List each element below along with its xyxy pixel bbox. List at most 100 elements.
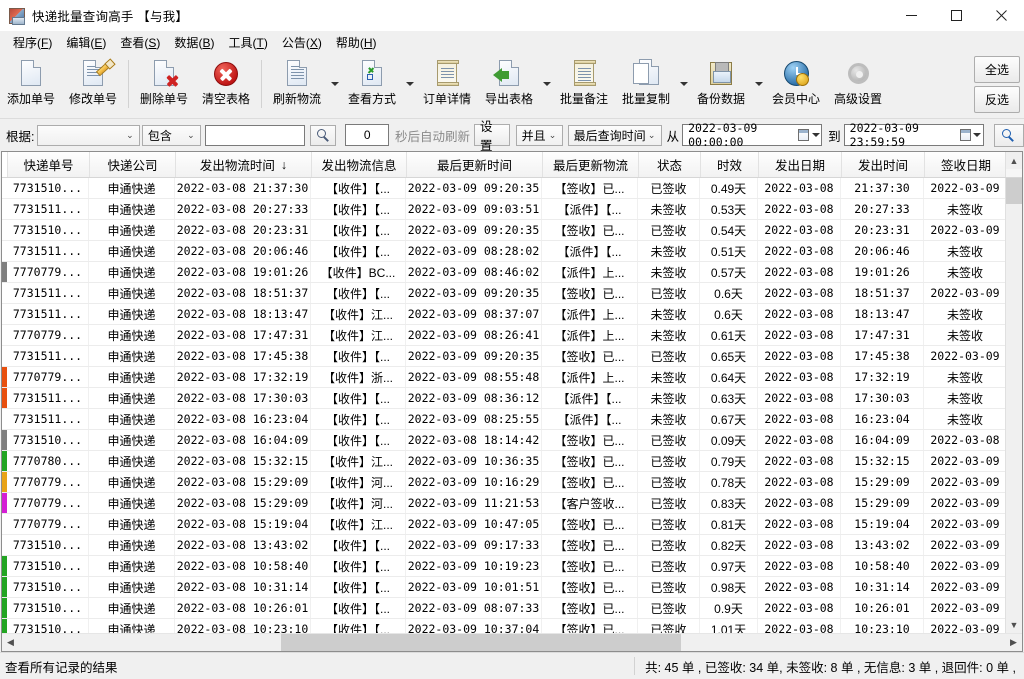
cell-last_update_time: 2022-03-09 10:01:51 xyxy=(406,577,542,597)
edit-tracking-button[interactable]: 修改单号 xyxy=(62,56,124,114)
table-row[interactable]: 7731510... 申通快递 2022-03-08 20:23:31 【收件】【..… xyxy=(2,220,1022,241)
menu-item-tools[interactable]: 工具(T) xyxy=(221,33,274,53)
table-row[interactable]: 7770780... 申通快递 2022-03-08 15:32:15 【收件】江..… xyxy=(2,451,1022,472)
cell-tracking_no: 7770779... xyxy=(7,514,89,534)
table-row[interactable]: 7731510... 申通快递 2022-03-08 13:43:02 【收件】【..… xyxy=(2,535,1022,556)
table-row[interactable]: 7770779... 申通快递 2022-03-08 19:01:26 【收件】BC.… xyxy=(2,262,1022,283)
horizontal-scroll-thumb[interactable] xyxy=(281,634,681,651)
advanced-settings-button[interactable]: 高级设置 xyxy=(827,56,889,114)
table-row[interactable]: 7770779... 申通快递 2022-03-08 17:47:31 【收件】江..… xyxy=(2,325,1022,346)
refresh-logistics-button[interactable]: 刷新物流 xyxy=(266,56,328,114)
table-row[interactable]: 7731510... 申通快递 2022-03-08 10:58:40 【收件】【..… xyxy=(2,556,1022,577)
column-header-tracking_no[interactable]: 快递单号 xyxy=(8,152,90,177)
vertical-scroll-up-header[interactable]: ▲ xyxy=(1005,152,1022,177)
time-field-select[interactable]: 最后查询时间 ⌄ xyxy=(567,124,662,146)
filter-field-select[interactable]: ⌄ xyxy=(37,124,140,146)
minimize-button[interactable] xyxy=(889,0,934,31)
view-mode-button[interactable]: 查看方式 xyxy=(341,56,403,114)
table-row[interactable]: 7731511... 申通快递 2022-03-08 20:06:46 【收件】【..… xyxy=(2,241,1022,262)
vertical-scrollbar[interactable]: ▼ xyxy=(1005,178,1022,633)
settings-button[interactable]: 设置 xyxy=(473,120,510,153)
horizontal-scrollbar[interactable]: ◀ ▶ xyxy=(2,633,1022,651)
backup-data-dropdown[interactable] xyxy=(752,56,765,112)
refresh-logistics-dropdown[interactable] xyxy=(328,56,341,112)
backup-data-button[interactable]: 备份数据 xyxy=(690,56,752,114)
table-row[interactable]: 7770779... 申通快递 2022-03-08 15:29:09 【收件】河..… xyxy=(2,472,1022,493)
column-header-status[interactable]: 状态 xyxy=(639,152,701,177)
batch-remark-button[interactable]: 批量备注 xyxy=(553,56,615,114)
table-row[interactable]: 7731510... 申通快递 2022-03-08 10:26:01 【收件】【..… xyxy=(2,598,1022,619)
close-button[interactable] xyxy=(979,0,1024,31)
view-mode-dropdown[interactable] xyxy=(403,56,416,112)
table-row[interactable]: 7770779... 申通快递 2022-03-08 15:29:09 【收件】河..… xyxy=(2,493,1022,514)
clear-table-button[interactable]: 清空表格 xyxy=(195,56,257,114)
table-row[interactable]: 7731511... 申通快递 2022-03-08 18:13:47 【收件】江..… xyxy=(2,304,1022,325)
scroll-left-icon[interactable]: ◀ xyxy=(2,634,19,651)
table-row[interactable]: 7770779... 申通快递 2022-03-08 15:19:04 【收件】江..… xyxy=(2,514,1022,535)
to-datetime-dropdown[interactable] xyxy=(972,125,983,145)
table-row[interactable]: 7770779... 申通快递 2022-03-08 17:32:19 【收件】浙..… xyxy=(2,367,1022,388)
menu-accel: S xyxy=(148,36,157,50)
from-datetime-dropdown[interactable] xyxy=(810,125,821,145)
menu-item-data[interactable]: 数据(B) xyxy=(167,33,221,53)
select-all-button[interactable]: 全选 xyxy=(974,56,1020,83)
vertical-scroll-track[interactable] xyxy=(1006,178,1022,616)
table-row[interactable]: 7731510... 申通快递 2022-03-08 16:04:09 【收件】【..… xyxy=(2,430,1022,451)
cell-tracking_no: 7731511... xyxy=(7,304,89,324)
export-table-dropdown[interactable] xyxy=(540,56,553,112)
keyword-input[interactable] xyxy=(204,124,305,146)
from-datetime-input[interactable]: 2022-03-09 00:00:00 xyxy=(682,121,823,149)
table-row[interactable]: 7731511... 申通快递 2022-03-08 20:27:33 【收件】【..… xyxy=(2,199,1022,220)
scroll-down-icon[interactable]: ▼ xyxy=(1006,616,1022,633)
table-row[interactable]: 7731510... 申通快递 2022-03-08 10:23:10 【收件】【..… xyxy=(2,619,1022,633)
export-table-button[interactable]: 导出表格 xyxy=(478,56,540,114)
invert-selection-button[interactable]: 反选 xyxy=(974,86,1020,113)
table-row[interactable]: 7731511... 申通快递 2022-03-08 17:45:38 【收件】【..… xyxy=(2,346,1022,367)
table-row[interactable]: 7731510... 申通快递 2022-03-08 21:37:30 【收件】【..… xyxy=(2,178,1022,199)
cell-last_update_time: 2022-03-09 10:19:23 xyxy=(406,556,542,576)
member-center-button[interactable]: 会员中心 xyxy=(765,56,827,114)
column-header-sign_date[interactable]: 签收日期 xyxy=(925,152,1008,177)
cell-duration: 1.01天 xyxy=(700,619,758,633)
column-header-ship_date[interactable]: 发出日期 xyxy=(759,152,842,177)
keyword-search-button[interactable] xyxy=(309,124,337,146)
scroll-right-icon[interactable]: ▶ xyxy=(1005,634,1022,651)
cell-company: 申通快递 xyxy=(89,514,175,534)
table-row[interactable]: 7731510... 申通快递 2022-03-08 10:31:14 【收件】【..… xyxy=(2,577,1022,598)
menu-item-program[interactable]: 程序(F) xyxy=(6,33,59,53)
match-mode-select[interactable]: 包含 ⌄ xyxy=(141,124,201,146)
scroll-up-icon[interactable]: ▲ xyxy=(1006,152,1022,169)
menu-item-view[interactable]: 查看(S) xyxy=(113,33,167,53)
order-detail-button[interactable]: 订单详情 xyxy=(416,56,478,114)
add-tracking-button[interactable]: 添加单号 xyxy=(0,56,62,114)
chevron-down-icon: ⌄ xyxy=(126,129,134,140)
column-header-ship_clock[interactable]: 发出时间 xyxy=(842,152,925,177)
menu-item-help[interactable]: 帮助(H) xyxy=(329,33,384,53)
column-header-duration[interactable]: 时效 xyxy=(701,152,759,177)
column-header-ship_info[interactable]: 发出物流信息 xyxy=(312,152,407,177)
cell-ship_info: 【收件】【... xyxy=(311,535,406,555)
batch-copy-dropdown[interactable] xyxy=(677,56,690,112)
cell-ship_clock: 10:31:14 xyxy=(841,577,924,597)
maximize-button[interactable] xyxy=(934,0,979,31)
cell-last_update_time: 2022-03-09 09:20:35 xyxy=(406,346,542,366)
menu-accel: F xyxy=(41,36,49,50)
horizontal-scroll-track[interactable] xyxy=(19,634,1005,651)
table-row[interactable]: 7731511... 申通快递 2022-03-08 16:23:04 【收件】【..… xyxy=(2,409,1022,430)
table-row[interactable]: 7731511... 申通快递 2022-03-08 17:30:03 【收件】【..… xyxy=(2,388,1022,409)
to-datetime-input[interactable]: 2022-03-09 23:59:59 xyxy=(843,121,984,149)
batch-copy-button[interactable]: 批量复制 xyxy=(615,56,677,114)
auto-refresh-seconds-input[interactable]: 0 xyxy=(345,124,389,146)
column-header-last_update_info[interactable]: 最后更新物流 xyxy=(543,152,639,177)
menu-item-edit[interactable]: 编辑(E) xyxy=(59,33,113,53)
conjunction-select[interactable]: 并且 ⌄ xyxy=(515,124,563,146)
column-header-ship_time[interactable]: 发出物流时间 ↓ xyxy=(176,152,312,177)
column-header-company[interactable]: 快递公司 xyxy=(90,152,176,177)
vertical-scroll-thumb[interactable] xyxy=(1006,178,1022,204)
column-header-last_update_time[interactable]: 最后更新时间 xyxy=(407,152,543,177)
delete-tracking-button[interactable]: 删除单号 xyxy=(133,56,195,114)
menu-item-announcement[interactable]: 公告(X) xyxy=(275,33,329,53)
cell-tracking_no: 7770779... xyxy=(7,367,89,387)
table-row[interactable]: 7731511... 申通快递 2022-03-08 18:51:37 【收件】【..… xyxy=(2,283,1022,304)
date-query-button[interactable] xyxy=(993,123,1024,147)
